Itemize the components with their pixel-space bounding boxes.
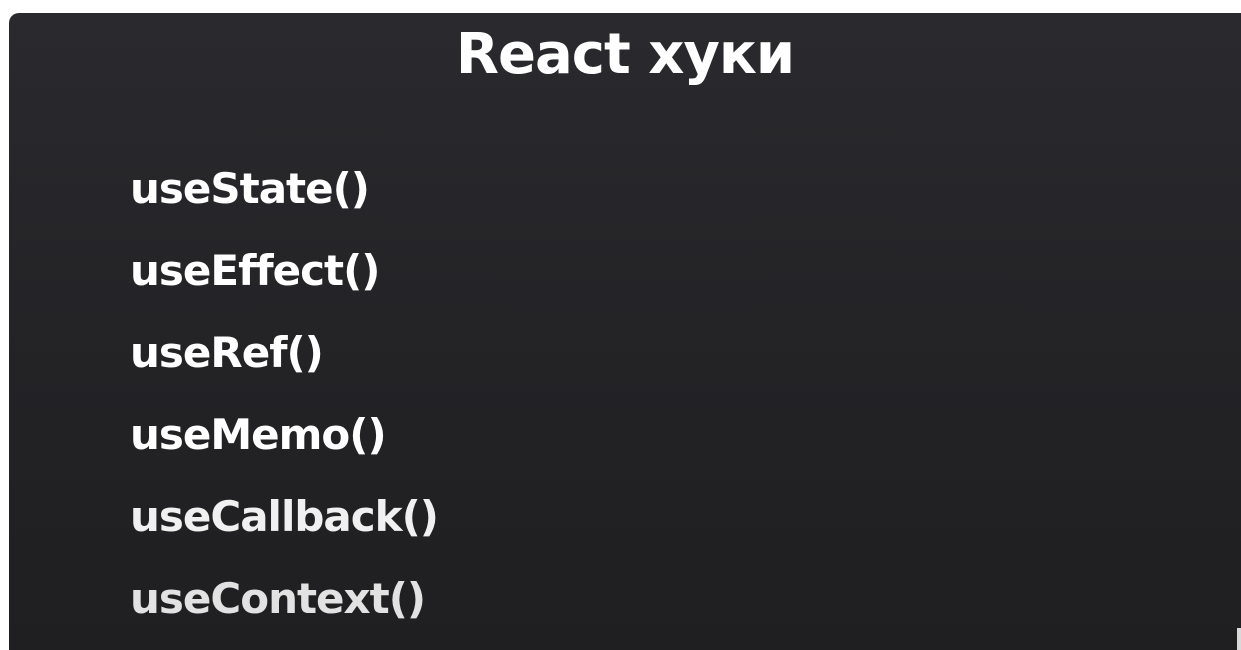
hook-use-callback: useCallback()	[130, 492, 439, 541]
slide-title: React хуки	[455, 22, 795, 87]
hook-use-memo: useMemo()	[130, 410, 387, 459]
hook-use-ref: useRef()	[130, 328, 324, 377]
hook-use-effect: useEffect()	[130, 246, 380, 295]
hook-use-context: useContext()	[130, 574, 426, 623]
hooks-list: useState() useEffect() useRef() useMemo(…	[130, 148, 439, 640]
hook-use-state: useState()	[130, 164, 370, 213]
corner-mark	[1237, 628, 1241, 650]
slide-panel: React хуки useState() useEffect() useRef…	[9, 13, 1241, 650]
